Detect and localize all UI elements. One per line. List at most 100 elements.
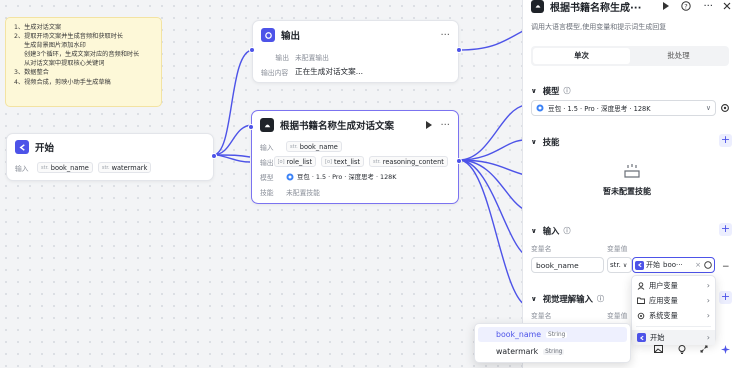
start-input-label: 输入 — [15, 164, 29, 173]
start-node-icon — [635, 260, 644, 270]
menu-item-start-node[interactable]: 开始 › — [632, 330, 715, 345]
skills-section-title: 技能 — [542, 137, 560, 147]
llm-node-out-port[interactable] — [456, 158, 462, 164]
var-type-select[interactable]: str. ∨ — [607, 257, 632, 273]
add-skill-button[interactable]: + — [719, 134, 732, 147]
llm-node-title: 根据书籍名称生成对话文案 — [280, 121, 395, 132]
workflow-note[interactable]: 1、生成对话文案 2、提取开场文案并生成音频和获取时长 生成背景图片添加水印 创… — [5, 17, 162, 107]
start-node[interactable]: 开始 输入 str. book_name str. watermark — [6, 133, 217, 181]
submenu-item-type: String — [546, 331, 568, 338]
chevron-down-icon: ∨ — [531, 87, 537, 95]
expand-icon[interactable] — [700, 345, 708, 353]
run-icon[interactable] — [425, 121, 433, 129]
chevron-right-icon: › — [706, 333, 710, 342]
input-section-header[interactable]: ∨ 输入 ⓘ — [531, 225, 570, 237]
output-content-value: 正在生成对话文案... — [295, 67, 363, 76]
var-type-value: str. — [610, 261, 621, 269]
submenu-item-type: String — [543, 348, 565, 355]
llm-output-chip: [o] role_list — [273, 156, 317, 167]
help-icon[interactable]: ? — [681, 1, 692, 11]
vision-var-name-header: 变量名 — [531, 312, 552, 320]
var-name-value: book_name — [536, 260, 579, 270]
menu-item-user-variables[interactable]: 用户变量 › — [632, 278, 715, 293]
model-settings-icon[interactable] — [720, 103, 730, 113]
output-content-label: 输出内容 — [261, 68, 289, 77]
chevron-down-icon: ∨ — [531, 295, 537, 303]
more-options-icon[interactable]: ··· — [440, 120, 450, 131]
menu-item-label: 应用变量 — [649, 295, 678, 305]
doubao-model-icon — [286, 173, 294, 181]
output-node-title: 输出 — [281, 31, 301, 42]
output-value: 未配置输出 — [295, 53, 329, 62]
chevron-right-icon: › — [706, 281, 710, 290]
tab-batch[interactable]: 批处理 — [630, 48, 727, 64]
chevron-down-icon: ∨ — [531, 227, 537, 235]
model-select-value: 豆包 · 1.5 · Pro · 深度思考 · 128K — [548, 105, 651, 113]
model-section-title: 模型 — [542, 86, 560, 96]
mode-tabs: 单次 批处理 — [531, 46, 729, 66]
vision-section-header[interactable]: ∨ 视觉理解输入 ⓘ — [531, 293, 604, 305]
llm-input-chip: str. book_name — [286, 141, 342, 152]
submenu-item-watermark[interactable]: watermark String — [478, 344, 627, 359]
add-input-button[interactable]: + — [719, 223, 732, 236]
submenu-item-book-name[interactable]: book_name String — [478, 327, 627, 342]
note-line: 2、提取开场文案并生成音频和获取时长 — [14, 33, 124, 41]
llm-model-label: 模型 — [260, 173, 274, 182]
start-node-title: 开始 — [35, 143, 55, 154]
more-options-icon[interactable]: ··· — [703, 1, 713, 12]
menu-item-system-variables[interactable]: 系统变量 › — [632, 308, 715, 323]
start-param-chip: str. book_name — [37, 162, 93, 173]
info-icon: ⓘ — [563, 227, 571, 235]
image-icon[interactable] — [654, 345, 663, 353]
var-name-header: 变量名 — [531, 245, 552, 253]
llm-model-value: 豆包 · 1.5 · Pro · 深度思考 · 128K — [297, 173, 397, 181]
menu-item-app-variables[interactable]: 应用变量 › — [632, 293, 715, 308]
output-node-in-port[interactable] — [249, 47, 255, 53]
tab-single[interactable]: 单次 — [533, 48, 630, 64]
doubao-model-icon — [536, 104, 544, 112]
note-line: 4、视频合成，剪映小助手生成草稿 — [14, 78, 111, 86]
note-line: 3、数据整合 — [14, 69, 49, 77]
user-icon — [637, 281, 645, 290]
var-name-input[interactable]: book_name — [531, 257, 604, 273]
variable-mode-icon[interactable] — [704, 261, 712, 269]
run-icon[interactable] — [662, 2, 670, 10]
panel-subtitle: 调用大语言模型,使用变量和提示词生成回复 — [531, 23, 667, 31]
chevron-down-icon: ∨ — [622, 261, 628, 269]
clear-icon[interactable]: × — [695, 261, 701, 269]
chevron-right-icon: › — [706, 296, 710, 305]
output-node[interactable]: 输出 ··· 输出 未配置输出 输出内容 正在生成对话文案... — [249, 20, 462, 83]
llm-output-chip: [o] text_list — [321, 156, 365, 167]
output-node-out-port[interactable] — [456, 47, 462, 53]
note-line: 1、生成对话文案 — [14, 24, 62, 31]
skills-section-header[interactable]: ∨ 技能 — [531, 136, 559, 148]
llm-skill-label: 技能 — [260, 188, 274, 197]
var-value-ref[interactable]: 开始 boo··· × — [632, 257, 715, 273]
llm-input-label: 输入 — [260, 143, 274, 152]
add-vision-button[interactable]: + — [719, 291, 732, 304]
start-output-port[interactable] — [211, 153, 217, 159]
llm-node-icon — [260, 118, 274, 132]
chevron-right-icon: › — [706, 311, 710, 320]
llm-node[interactable]: 根据书籍名称生成对话文案 ··· 输入 str. book_name 输出 [o]… — [248, 110, 462, 204]
folder-icon — [637, 297, 645, 304]
more-options-icon[interactable]: ··· — [440, 30, 450, 41]
input-section-title: 输入 — [542, 226, 560, 236]
info-icon: ⓘ — [563, 87, 571, 95]
var-ref-value: boo··· — [663, 261, 683, 269]
chevron-down-icon: ∨ — [705, 104, 711, 112]
note-line: 生成背景图片添加水印 — [24, 42, 86, 50]
idea-icon[interactable] — [678, 345, 686, 354]
sparkle-icon[interactable] — [721, 345, 730, 354]
model-section-header[interactable]: ∨ 模型 ⓘ — [531, 85, 570, 97]
vision-section-title: 视觉理解输入 — [542, 294, 593, 304]
vision-var-value-header: 变量值 — [607, 312, 628, 320]
model-select[interactable]: 豆包 · 1.5 · Pro · 深度思考 · 128K ∨ — [531, 100, 716, 116]
var-value-header: 变量值 — [607, 245, 628, 253]
remove-input-icon[interactable]: − — [722, 262, 730, 272]
menu-item-label: 用户变量 — [649, 280, 678, 290]
start-node-icon — [637, 333, 646, 342]
close-icon[interactable] — [723, 2, 731, 10]
llm-node-in-port[interactable] — [248, 124, 254, 130]
var-ref-node: 开始 — [646, 261, 660, 269]
